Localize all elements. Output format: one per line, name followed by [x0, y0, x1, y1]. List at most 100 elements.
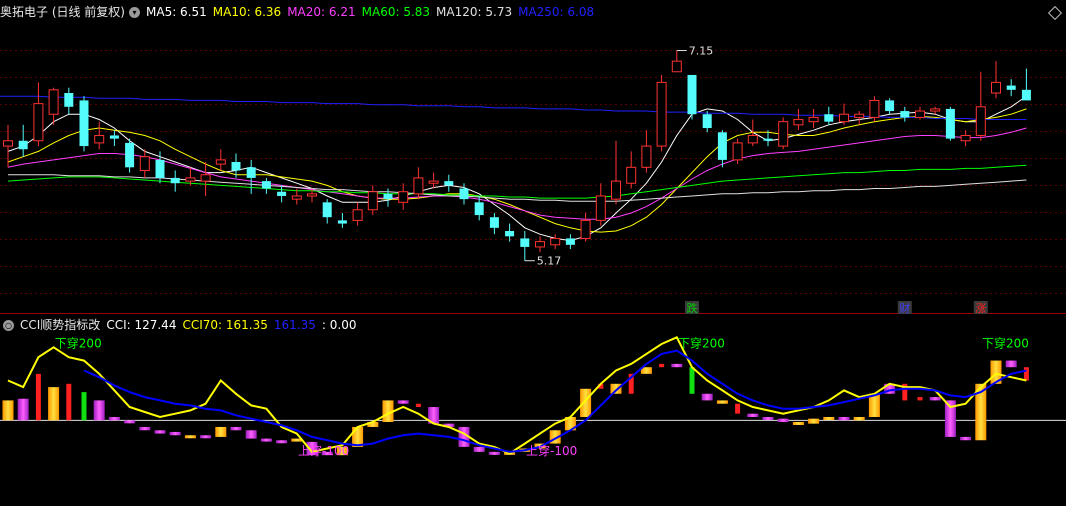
candle-body: [64, 93, 74, 107]
price-annotation-label: 7.15: [689, 45, 714, 58]
cci-bar: [929, 397, 941, 401]
ma-legend-item-5: MA250: 6.08: [518, 5, 595, 19]
cci-legend-item-2: 161.35: [273, 318, 316, 332]
ma-legend: MA5: 6.51 MA10: 6.36 MA20: 6.21 MA60: 5.83 M…: [146, 5, 600, 19]
candle-body: [489, 217, 499, 228]
settings-circle-icon[interactable]: ▾: [129, 7, 140, 18]
cci-bar: [48, 387, 60, 421]
candle-body: [656, 81, 667, 147]
candle-body: [717, 132, 727, 160]
candle-body: [3, 140, 13, 147]
candle-body: [277, 191, 287, 196]
candle-body: [869, 99, 880, 118]
candle-body: [505, 231, 515, 237]
stock-chart[interactable]: 7.15 5.17 跌 财 涨 下穿200 上穿-100 上穿-100 下穿200 下穿200: [0, 0, 1066, 506]
cci-legend: CCI: 127.44 CCI70: 161.35 161.35 : 0.00: [106, 318, 362, 332]
cci-legend-item-0: CCI: 127.44: [106, 318, 177, 332]
cci-bar: [777, 418, 789, 422]
cci-bar: [415, 403, 421, 408]
price-annotations: 7.15 5.17: [524, 45, 714, 268]
cci-bar: [35, 373, 41, 421]
candle-body: [322, 202, 332, 218]
cci-bar: [66, 383, 72, 421]
cci-bar: [397, 400, 409, 404]
cci-bar: [169, 431, 181, 436]
settings-circle-icon[interactable]: ○: [3, 320, 14, 331]
cci-bar: [747, 413, 759, 417]
cci-line-series: [7, 336, 1027, 455]
cci-bar: [17, 398, 29, 421]
candle-body: [352, 209, 363, 221]
candle-body: [307, 193, 317, 197]
ma-legend-item-3: MA60: 5.83: [361, 5, 431, 19]
candle-body: [565, 238, 575, 245]
candle-body: [687, 74, 697, 115]
candle-body: [33, 103, 44, 142]
candle-body: [580, 219, 591, 239]
cci-bar: [1005, 360, 1017, 368]
cci-bar: [245, 430, 257, 439]
cci-bar: [917, 397, 923, 401]
candle-body: [94, 134, 105, 144]
cci-bar: [488, 451, 500, 455]
ma-legend-item-2: MA20: 6.21: [287, 5, 356, 19]
candle-body: [125, 142, 135, 168]
ma-legend-item-1: MA10: 6.36: [212, 5, 282, 19]
cci-bar: [230, 426, 242, 431]
cci-bar: [762, 417, 774, 420]
cci-bar: [2, 400, 14, 421]
cci-bar: [701, 393, 713, 401]
cci-bar: [808, 418, 820, 424]
candle-body: [747, 134, 758, 144]
cci-bar: [260, 438, 272, 442]
candle-body: [611, 180, 621, 200]
cci-bar: [215, 426, 227, 437]
cci-bar: [689, 367, 695, 394]
candle-body: [520, 238, 530, 247]
candle-body: [626, 166, 637, 184]
event-markers: 跌财涨: [685, 301, 988, 315]
main-chart-header: 奥拓电子 (日线 前复权) ▾ MA5: 6.51 MA10: 6.36 MA20: 6…: [0, 3, 606, 21]
cci-legend-item-3: : 0.00: [321, 318, 357, 332]
price-annotation-label: 5.17: [537, 255, 562, 268]
cci-bar: [200, 435, 212, 439]
candle-body: [444, 181, 454, 186]
cci-bar: [823, 417, 835, 420]
candle-body: [474, 202, 484, 216]
candle-body: [732, 142, 743, 161]
candle-body: [459, 188, 469, 200]
cci-bar: [93, 400, 105, 421]
candle-body: [185, 177, 196, 182]
price-grid: [0, 50, 1066, 421]
cci-annotation-label: 下穿200: [982, 335, 1029, 350]
cci-bar: [124, 420, 136, 424]
cci-bar: [671, 363, 683, 368]
candle-body: [900, 111, 910, 118]
candle-body: [413, 177, 424, 195]
candle-body: [155, 159, 165, 178]
candle-body: [231, 162, 241, 171]
candle-body: [215, 159, 226, 165]
cci-bar: [735, 403, 741, 414]
candle-body: [991, 81, 1001, 94]
candle-body: [793, 119, 804, 126]
candle-body: [1006, 85, 1016, 90]
candle-body: [960, 134, 971, 142]
candle-body: [200, 174, 211, 182]
ma-legend-item-4: MA120: 5.73: [436, 5, 513, 19]
cci-bar: [139, 426, 151, 431]
cci-legend-item-1: CCI70: 161.35: [182, 318, 268, 332]
candle-body: [550, 237, 561, 246]
candle-body: [808, 116, 819, 123]
cci-bar: [792, 421, 804, 425]
stock-title: 奥拓电子 (日线 前复权): [0, 5, 125, 19]
cci-bar: [1023, 367, 1029, 381]
candle-body: [383, 193, 393, 200]
candle-body: [398, 191, 409, 203]
candle-body: [170, 177, 180, 184]
candle-body: [246, 167, 256, 178]
cci-bar: [81, 392, 87, 421]
candle-body: [839, 113, 849, 123]
candle-body: [975, 106, 986, 136]
cci-annotation-label: 下穿200: [678, 335, 725, 350]
